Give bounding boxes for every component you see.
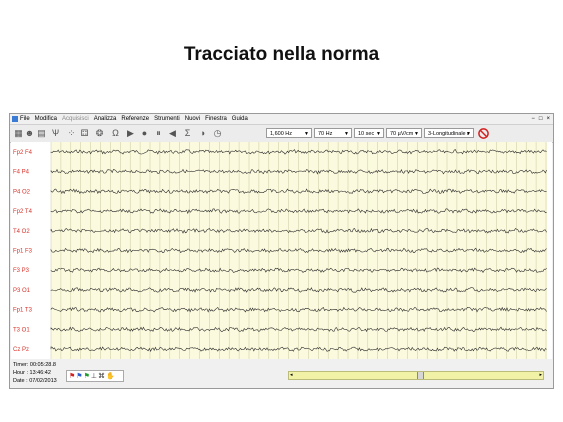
menu-items: File Modifica Acquisisci Analizza Referenze S…	[20, 114, 248, 124]
chevron-down-icon: ▼	[304, 131, 309, 137]
timer-icon[interactable]: ◷	[212, 127, 223, 139]
pause-icon[interactable]: ⏸	[153, 127, 164, 139]
sensitivity-select[interactable]: 70 µV/cm ▼	[386, 128, 422, 138]
red-flag-icon[interactable]: ⚑	[69, 371, 75, 381]
montage-value: 3-Longitudinale r	[428, 131, 469, 137]
menu-analizza[interactable]: Analizza	[94, 114, 117, 124]
menu-referenze[interactable]: Referenze	[121, 114, 149, 124]
menu-acquisisci[interactable]: Acquisisci	[62, 114, 89, 124]
eeg-background	[51, 142, 547, 359]
slide-title: Tracciato nella norma	[183, 44, 380, 65]
head-icon[interactable]: ☻	[24, 127, 35, 139]
green-flag-icon[interactable]: ⚑	[84, 371, 90, 381]
window-controls: − □ ×	[531, 114, 550, 124]
hand-icon[interactable]: ✋	[106, 371, 115, 381]
scroll-thumb[interactable]	[417, 372, 424, 379]
channel-label: F3 P3	[13, 268, 30, 274]
channel-label: T4 O2	[13, 229, 30, 235]
date-readout: Date : 07/02/2013	[13, 378, 57, 384]
menu-file[interactable]: File	[20, 114, 30, 124]
sensitivity-value: 70 µV/cm	[390, 131, 414, 137]
play-icon[interactable]: ▶	[125, 127, 136, 139]
highpass-value: 1,600 Hz	[270, 131, 293, 137]
omega-icon[interactable]: Ω	[110, 127, 121, 139]
electrodes-icon[interactable]: ⁘	[66, 127, 77, 139]
restore-button[interactable]: □	[539, 114, 543, 124]
head-side-icon[interactable]: ◑	[197, 127, 208, 139]
brain-icon[interactable]: ❂	[94, 127, 105, 139]
tree-icon[interactable]: Ѱ	[50, 127, 61, 139]
channel-label: Fp1 F3	[13, 249, 33, 255]
chevron-down-icon: ▼	[414, 131, 419, 137]
close-button[interactable]: ×	[546, 114, 550, 124]
record-icon[interactable]: ●	[139, 127, 150, 139]
menu-guida[interactable]: Guida	[232, 114, 248, 124]
channel-label: Fp2 T4	[13, 209, 33, 215]
timer-readout: Timer: 00:05:28.8	[13, 362, 56, 368]
montage-icon[interactable]: ▦	[13, 127, 24, 139]
chevron-down-icon: ▼	[376, 131, 381, 137]
status-bar: Timer: 00:05:28.8 Hour : 13:46:42 Date :…	[10, 360, 553, 388]
minimize-button[interactable]: −	[531, 114, 535, 124]
chevron-down-icon: ▼	[466, 131, 471, 137]
scroll-left-icon[interactable]: ◂	[290, 372, 293, 379]
eeg-trace-panel[interactable]: Fp2 F4 F4 P4 P4 O2 Fp2 T4 T4 O2 Fp1 F3 F3 P3 P3…	[11, 142, 552, 359]
channel-label: P3 O1	[13, 288, 31, 294]
highpass-filter-select[interactable]: 1,600 Hz ▼	[266, 128, 312, 138]
chip-icon[interactable]: ⌘	[98, 371, 105, 381]
montage-select[interactable]: 3-Longitudinale r ▼	[424, 128, 474, 138]
blue-flag-icon[interactable]: ⚑	[76, 371, 82, 381]
timebase-select[interactable]: 10 sec ▼	[354, 128, 384, 138]
marker-toolbar: ⚑ ⚑ ⚑ ⊥ ⌘ ✋	[66, 370, 124, 382]
channel-label: Cz Pz	[13, 347, 29, 353]
sigma-icon[interactable]: Σ	[182, 127, 193, 139]
lowpass-value: 70 Hz	[318, 131, 333, 137]
toolbar: ▦ ☻ ▤ Ѱ ⁘ ⚃ ❂ Ω ▶ ● ⏸ ◀ Σ ◑ ◷ 1,600 Hz ▼ 70 Hz ▼ 10 sec ▼…	[10, 124, 553, 143]
menu-bar: File Modifica Acquisisci Analizza Referenze S…	[10, 114, 553, 124]
channel-label: T3 O1	[13, 327, 30, 333]
no-icon[interactable]	[477, 127, 489, 139]
back-icon[interactable]: ◀	[167, 127, 178, 139]
channel-label: P4 O2	[13, 189, 31, 195]
chevron-down-icon: ▼	[344, 131, 349, 137]
timebase-value: 10 sec	[358, 131, 375, 137]
marker-icon[interactable]: ⊥	[91, 371, 97, 381]
scroll-right-icon[interactable]: ▸	[539, 372, 542, 379]
hour-readout: Hour : 13:46:42	[13, 370, 51, 376]
menu-nuovi[interactable]: Nuovi	[185, 114, 200, 124]
time-scrollbar[interactable]: ◂ ▸	[288, 371, 544, 380]
menu-strumenti[interactable]: Strumenti	[154, 114, 180, 124]
electrode-grid-icon[interactable]: ⚃	[79, 127, 90, 139]
menu-finestra[interactable]: Finestra	[205, 114, 227, 124]
menu-modifica[interactable]: Modifica	[35, 114, 57, 124]
book-icon[interactable]: ▤	[36, 127, 47, 139]
app-icon	[12, 116, 18, 122]
channel-label: F4 P4	[13, 170, 30, 176]
eeg-svg: Fp2 F4 F4 P4 P4 O2 Fp2 T4 T4 O2 Fp1 F3 F3 P3 P3…	[13, 142, 547, 359]
channel-label: Fp2 F4	[13, 150, 33, 156]
lowpass-filter-select[interactable]: 70 Hz ▼	[314, 128, 352, 138]
channel-label: Fp1 T3	[13, 308, 33, 314]
eeg-app-window: File Modifica Acquisisci Analizza Referenze S…	[9, 113, 554, 389]
